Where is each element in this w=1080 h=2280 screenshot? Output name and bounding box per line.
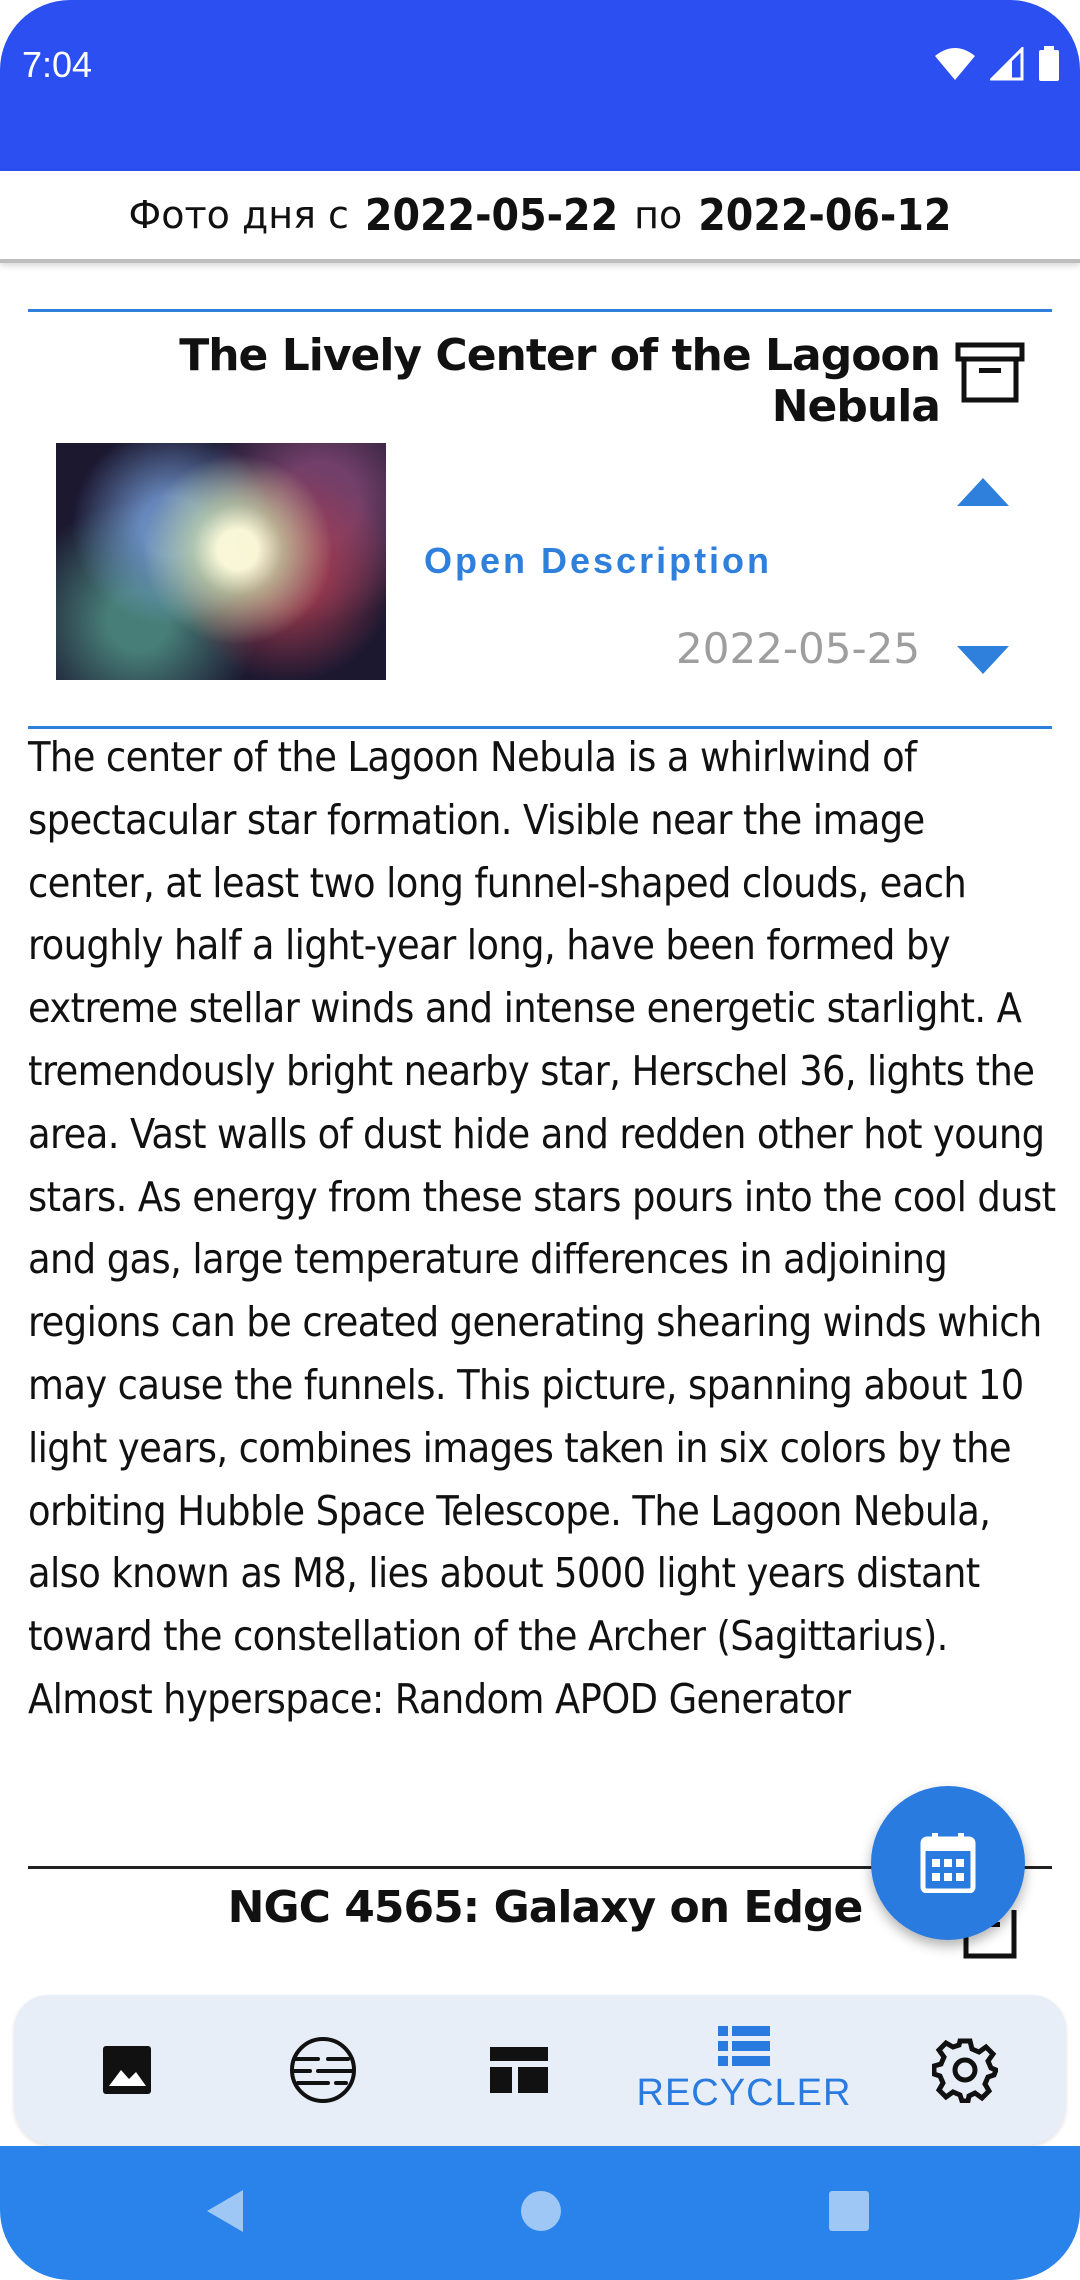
apod-thumbnail[interactable] [56, 443, 386, 680]
card-description: The center of the Lagoon Nebula is a whi… [28, 733, 1056, 1723]
nav-item-layout[interactable] [454, 1995, 584, 2145]
back-icon[interactable] [205, 2188, 245, 2234]
period-start-date: 2022-05-22 [364, 189, 619, 241]
wifi-icon [935, 48, 975, 80]
image-icon [103, 2046, 151, 2094]
nav-item-picture[interactable] [62, 1995, 192, 2145]
open-description-button[interactable]: Open Description [424, 540, 772, 582]
recents-icon[interactable] [828, 2190, 870, 2232]
calendar-icon [920, 1833, 976, 1893]
gear-icon [932, 2038, 998, 2103]
nav-item-settings[interactable] [900, 1995, 1030, 2145]
nav-item-recycler[interactable]: RECYCLER [614, 1995, 874, 2145]
archive-icon[interactable] [955, 342, 1025, 404]
status-time: 7:04 [22, 44, 93, 85]
next-card-title: NGC 4565: Galaxy on Edge [227, 1882, 864, 1933]
planet-icon [290, 2037, 356, 2103]
system-navigation-bar [0, 2146, 1080, 2280]
move-up-icon[interactable] [955, 470, 1011, 510]
nav-label-recycler: RECYCLER [636, 2071, 852, 2114]
card-date: 2022-05-25 [676, 624, 921, 673]
battery-icon [1039, 46, 1059, 81]
nav-item-planets[interactable] [258, 1995, 388, 2145]
layout-icon [490, 2047, 548, 2093]
status-icons [934, 46, 1060, 82]
period-middle: по [634, 193, 683, 237]
period-prefix: Фото дня с [128, 193, 349, 237]
calendar-fab[interactable] [871, 1786, 1025, 1940]
period-header: Фото дня с 2022-05-22 по 2022-06-12 [0, 171, 1080, 263]
signal-icon [990, 47, 1024, 81]
home-icon[interactable] [520, 2190, 562, 2232]
move-down-icon[interactable] [955, 640, 1011, 680]
bottom-navigation: RECYCLER [14, 1995, 1066, 2145]
card-divider-top [28, 309, 1052, 312]
status-bar: 7:04 [0, 0, 1080, 171]
period-end-date: 2022-06-12 [698, 189, 952, 241]
list-icon [718, 2025, 770, 2066]
card-title: The Lively Center of the Lagoon Nebula [179, 330, 941, 432]
